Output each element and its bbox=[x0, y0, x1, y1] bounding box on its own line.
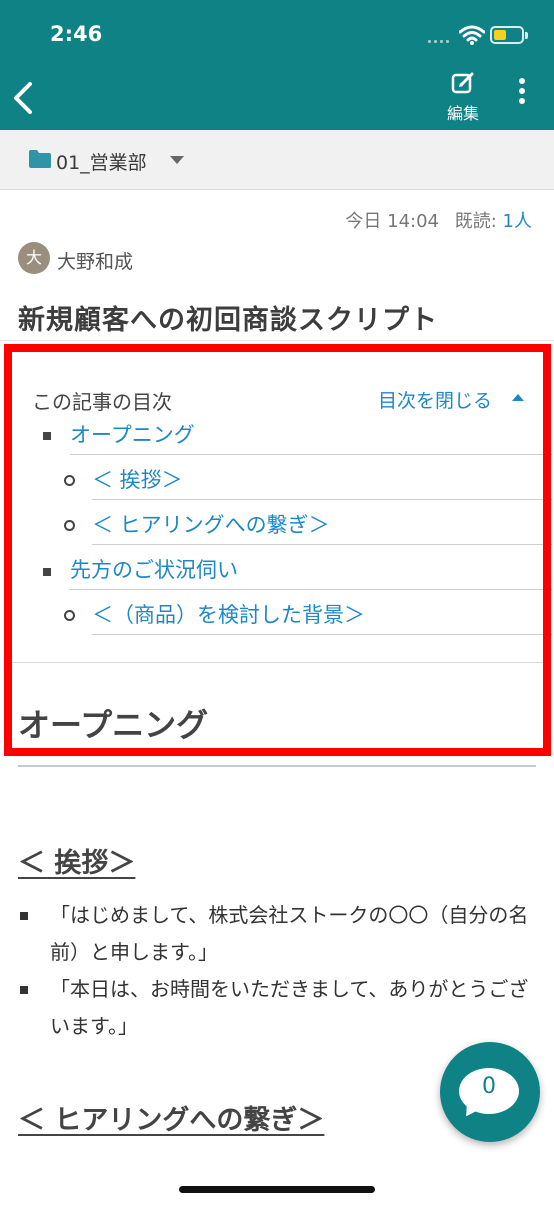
folder-icon bbox=[29, 150, 51, 168]
edit-label: 編集 bbox=[446, 104, 479, 123]
post-date: 今日 14:04 bbox=[345, 211, 439, 232]
comment-count: 0 bbox=[482, 1074, 496, 1099]
toc-link-greeting[interactable]: ＜ 挨拶＞ bbox=[92, 462, 552, 498]
toc-link-situation[interactable]: 先方のご状況伺い bbox=[70, 552, 552, 588]
comment-button[interactable]: 0 bbox=[440, 1042, 540, 1142]
more-options-icon[interactable] bbox=[512, 76, 532, 106]
bullet-icon bbox=[20, 912, 28, 920]
folder-selector[interactable]: 01_営業部 bbox=[0, 130, 554, 190]
greeting-line-1: 「はじめまして、株式会社ストークの〇〇（自分の名前）と申します。」 bbox=[50, 903, 529, 964]
toc-link-opening[interactable]: オープニング bbox=[70, 417, 552, 453]
divider bbox=[12, 662, 543, 663]
edit-icon bbox=[451, 72, 474, 94]
post-meta: 今日 14:04 既読: 1人 bbox=[345, 207, 532, 233]
toc-item[interactable]: 先方のご状況伺い bbox=[70, 552, 552, 590]
circle-bullet-icon bbox=[64, 475, 75, 486]
edit-button[interactable]: 編集 bbox=[440, 70, 486, 125]
read-label: 既読: bbox=[454, 211, 497, 232]
divider bbox=[0, 340, 554, 341]
toc-heading: この記事の目次 bbox=[32, 390, 172, 414]
app-header: 2:46 編集 bbox=[0, 0, 554, 130]
circle-bullet-icon bbox=[64, 610, 75, 621]
bullet-icon bbox=[20, 986, 28, 994]
battery-icon bbox=[490, 26, 528, 44]
back-chevron-icon[interactable] bbox=[8, 80, 40, 116]
chevron-down-icon bbox=[170, 156, 184, 164]
toc-item[interactable]: ＜ ヒアリングへの繋ぎ＞ bbox=[92, 507, 552, 545]
wifi-icon bbox=[459, 25, 485, 45]
status-time: 2:46 bbox=[50, 22, 103, 46]
table-of-contents: この記事の目次 目次を閉じる オープニング ＜ 挨拶＞ ＜ ヒアリングへの繋ぎ＞… bbox=[12, 355, 552, 663]
author-name: 大野和成 bbox=[57, 251, 134, 273]
subheading-hearing-bridge: ＜ ヒアリングへの繋ぎ＞ bbox=[18, 1105, 325, 1136]
toc-collapse-button[interactable]: 目次を閉じる bbox=[378, 386, 492, 413]
chevron-up-icon bbox=[512, 394, 524, 401]
folder-name: 01_営業部 bbox=[56, 152, 147, 174]
subheading-greeting: ＜ 挨拶＞ bbox=[18, 848, 136, 879]
toc-item[interactable]: ＜ 挨拶＞ bbox=[92, 462, 552, 500]
divider bbox=[18, 765, 536, 767]
toc-link-hearing-bridge[interactable]: ＜ ヒアリングへの繋ぎ＞ bbox=[92, 507, 552, 543]
bullet-icon bbox=[43, 568, 51, 576]
toc-link-background[interactable]: ＜（商品）を検討した背景＞ bbox=[92, 597, 552, 633]
circle-bullet-icon bbox=[64, 520, 75, 531]
toc-item[interactable]: ＜（商品）を検討した背景＞ bbox=[92, 597, 552, 635]
home-indicator[interactable] bbox=[179, 1186, 375, 1193]
toc-item[interactable]: オープニング bbox=[70, 417, 552, 455]
bullet-icon bbox=[43, 432, 51, 440]
avatar: 大 bbox=[18, 242, 50, 274]
cellular-signal-icon bbox=[428, 40, 449, 43]
read-count-link[interactable]: 1人 bbox=[503, 211, 532, 232]
page-title: 新規顧客への初回商談スクリプト bbox=[18, 305, 438, 336]
greeting-line-2: 「本日は、お時間をいただきまして、ありがとうございます。」 bbox=[50, 977, 529, 1038]
section-heading-opening: オープニング bbox=[18, 706, 209, 744]
